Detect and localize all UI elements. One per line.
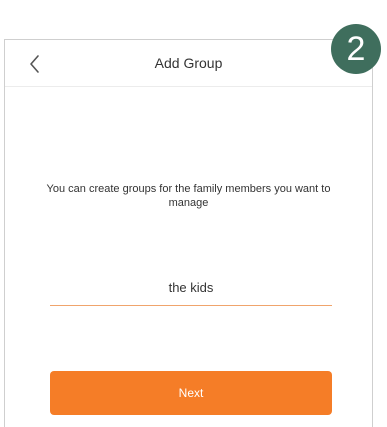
app-screen: Add Group You can create groups for the … — [4, 39, 373, 427]
instruction-text: You can create groups for the family mem… — [46, 183, 331, 209]
page: Add Group You can create groups for the … — [0, 0, 387, 427]
page-title: Add Group — [154, 55, 223, 71]
group-name-input[interactable] — [50, 270, 332, 306]
next-button[interactable]: Next — [50, 371, 332, 415]
nav-bar: Add Group — [5, 40, 372, 87]
step-number-badge: 2 — [331, 24, 381, 74]
